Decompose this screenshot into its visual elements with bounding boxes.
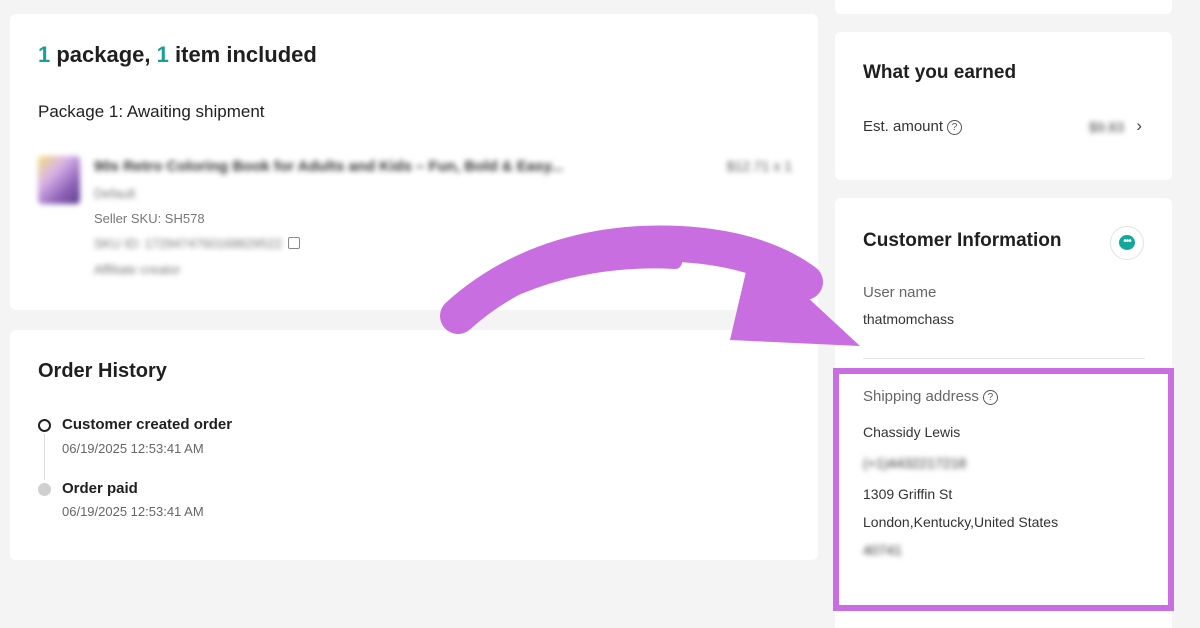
chevron-right-icon[interactable]: › <box>1136 116 1142 136</box>
section-divider <box>863 358 1145 359</box>
help-circle-icon[interactable]: ? <box>947 120 963 135</box>
product-price-qty: $12.71 x 1 <box>726 158 792 174</box>
sku-id: SKU ID: 1729474760168829522 <box>94 236 282 251</box>
product-name-link[interactable]: 90s Retro Coloring Book for Adults and K… <box>94 158 563 175</box>
est-amount-value: $9.83 <box>1088 119 1124 135</box>
product-variant: Default <box>94 186 136 201</box>
est-amount-label: Est. amount? <box>863 118 963 135</box>
timeline-dot-filled <box>38 483 51 496</box>
sku-id-row: SKU ID: 1729474760168829522 <box>94 236 300 251</box>
timeline-event-label: Order paid <box>62 480 138 497</box>
seller-sku: Seller SKU: SH578 <box>94 211 205 226</box>
order-history-title: Order History <box>38 360 167 382</box>
previous-card-edge <box>835 0 1172 14</box>
chat-button[interactable]: ••• <box>1110 226 1144 260</box>
package-card: 1 package, 1 item included Package 1: Aw… <box>10 14 818 310</box>
earnings-title: What you earned <box>863 62 1017 83</box>
affiliate-tag: Affiliate creator <box>94 262 181 277</box>
timeline-dot-open <box>38 419 51 432</box>
copy-icon[interactable] <box>287 237 300 249</box>
product-thumbnail[interactable] <box>38 156 80 204</box>
timeline-event-time: 06/19/2025 12:53:41 AM <box>62 441 204 456</box>
username-label: User name <box>863 284 937 301</box>
timeline-event-label: Customer created order <box>62 416 233 433</box>
earnings-card[interactable]: What you earned Est. amount? $9.83 › <box>835 32 1172 180</box>
package-status: Package 1: Awaiting shipment <box>38 102 265 121</box>
package-summary-title: 1 package, 1 item included <box>38 42 317 67</box>
timeline-connector <box>44 434 45 480</box>
customer-info-title: Customer Information <box>863 230 1062 251</box>
timeline-event-time: 06/19/2025 12:53:41 AM <box>62 504 204 519</box>
order-history-card: Order History Customer created order 06/… <box>10 330 818 560</box>
username-value: thatmomchass <box>863 311 955 327</box>
shipping-address-highlight-box <box>833 368 1174 611</box>
